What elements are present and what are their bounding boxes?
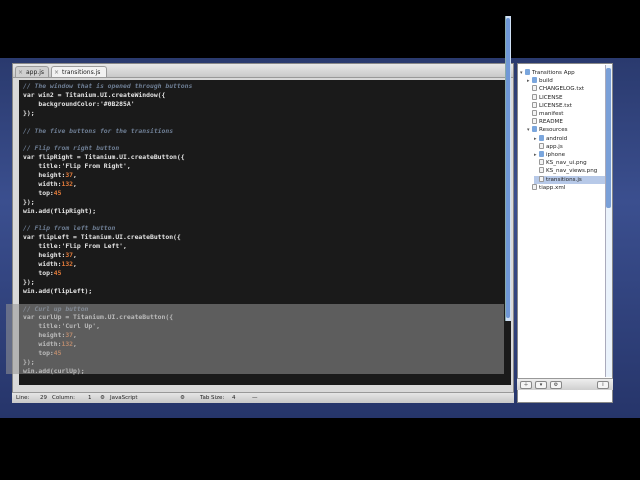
code-line: backgroundColor:'#0B285A' bbox=[23, 99, 135, 108]
text-selection bbox=[6, 304, 504, 374]
tree-item-label: LICENSE.txt bbox=[539, 102, 572, 109]
tree-item-label: Resources bbox=[539, 127, 568, 134]
code-line: }); bbox=[23, 108, 35, 117]
file-icon bbox=[532, 101, 537, 108]
code-line: height:37, bbox=[23, 251, 77, 260]
line-value[interactable]: 29 bbox=[40, 395, 47, 402]
line-label: Line: bbox=[16, 395, 30, 401]
file-icon bbox=[532, 118, 537, 125]
tree-item[interactable]: KS_nav_ui.png bbox=[534, 159, 608, 167]
code-line: win.add(flipLeft); bbox=[23, 286, 93, 295]
folder-icon bbox=[539, 151, 544, 157]
tree-item-label: LICENSE bbox=[539, 94, 563, 101]
tree-item[interactable]: ▾ Transitions App bbox=[520, 69, 608, 77]
code-line: width:132, bbox=[23, 260, 77, 268]
file-icon bbox=[539, 175, 544, 182]
folder-icon bbox=[525, 69, 530, 75]
language-select[interactable]: JavaScript bbox=[110, 395, 138, 402]
tree-item-label: android bbox=[546, 135, 568, 142]
column-value[interactable]: 1 bbox=[88, 395, 92, 402]
folder-icon bbox=[539, 134, 544, 141]
file-icon bbox=[532, 183, 537, 190]
close-icon[interactable]: × bbox=[54, 67, 59, 78]
code-comment-line: // The window that is opened through but… bbox=[23, 82, 193, 90]
gear-icon[interactable]: ⚙ bbox=[100, 395, 105, 402]
gear-icon[interactable]: ⚙ bbox=[550, 381, 562, 389]
code-line: var flipLeft = Titanium.UI.createButton(… bbox=[23, 233, 181, 242]
file-icon bbox=[532, 85, 537, 92]
code-comment-line: // Flip from right button bbox=[23, 144, 120, 153]
code-comment-line: // Flip from left button bbox=[23, 224, 116, 233]
tree-item[interactable]: ▸ android bbox=[534, 134, 608, 143]
code-line: top:45 bbox=[23, 268, 62, 277]
tree-item-label: KS_nav_views.png bbox=[546, 168, 598, 175]
folder-icon bbox=[532, 126, 537, 133]
file-icon bbox=[539, 167, 544, 174]
editor-scrollbar-thumb[interactable] bbox=[506, 18, 510, 318]
tab-label: transitions.js bbox=[62, 69, 101, 76]
code-line: var win2 = Titanium.UI.createWindow({ bbox=[23, 90, 166, 99]
tree-item-label: transitions.js bbox=[546, 176, 582, 183]
tree-item-label: build bbox=[539, 78, 553, 85]
column-label: Column: bbox=[52, 395, 75, 401]
tree-item-label: KS_nav_ui.png bbox=[546, 160, 587, 167]
code-line: height:37, bbox=[23, 171, 77, 179]
symbol-popup[interactable]: — bbox=[252, 395, 258, 402]
tree-item-label: manifest bbox=[539, 111, 564, 117]
tree-item[interactable]: ▸ iphone bbox=[534, 151, 608, 159]
drawer-toolbar: ＋ ▾ ⚙ i bbox=[517, 378, 613, 390]
tab-app-js[interactable]: × app.js bbox=[15, 66, 49, 77]
tree-item[interactable]: CHANGELOG.txt bbox=[527, 85, 608, 93]
gear-icon[interactable]: ⚙ bbox=[180, 395, 185, 402]
file-icon bbox=[539, 142, 544, 149]
project-drawer: ▾ Transitions App ▸ build CHANGELOG.txt LICEN… bbox=[517, 63, 613, 403]
info-button[interactable]: i bbox=[597, 381, 609, 389]
tab-transitions-js[interactable]: × transitions.js bbox=[51, 66, 107, 77]
file-icon bbox=[539, 159, 544, 166]
tree-item[interactable]: app.js bbox=[534, 142, 608, 151]
tree-item-label: tiapp.xml bbox=[539, 184, 566, 191]
tab-size-value[interactable]: 4 bbox=[232, 395, 236, 402]
code-line: var flipRight = Titanium.UI.createButton… bbox=[23, 153, 185, 162]
tree-item[interactable]: ▾ Resources bbox=[527, 126, 608, 134]
tree-item[interactable]: README bbox=[527, 118, 608, 126]
tree-item[interactable]: LICENSE bbox=[527, 93, 608, 102]
file-icon bbox=[532, 93, 537, 100]
folder-action-button[interactable]: ▾ bbox=[535, 381, 547, 389]
code-line: win.add(flipRight); bbox=[23, 206, 97, 215]
tree-item-label: README bbox=[539, 119, 563, 126]
drawer-scrollbar-thumb[interactable] bbox=[606, 68, 611, 208]
tree-item[interactable]: KS_nav_views.png bbox=[534, 167, 608, 175]
tree-item-label: Transitions App bbox=[532, 70, 575, 76]
folder-icon bbox=[532, 77, 537, 84]
tree-item[interactable]: LICENSE.txt bbox=[527, 101, 608, 110]
code-line: }); bbox=[23, 277, 35, 286]
file-icon bbox=[532, 110, 537, 116]
tree-item-label: app.js bbox=[546, 143, 563, 150]
code-line: width:132, bbox=[23, 179, 77, 188]
tree-item[interactable]: ▸ build bbox=[527, 77, 608, 85]
tab-label: app.js bbox=[26, 69, 44, 76]
add-file-button[interactable]: ＋ bbox=[520, 381, 532, 389]
tab-size-label: Tab Size: bbox=[200, 395, 225, 401]
tree-item[interactable]: transitions.js bbox=[534, 175, 608, 184]
code-line: }); bbox=[23, 197, 35, 206]
code-comment-line: // The five buttons for the transitions bbox=[23, 126, 174, 135]
code-line: top:45 bbox=[23, 188, 62, 197]
close-icon[interactable]: × bbox=[18, 67, 23, 78]
tree-item[interactable]: tiapp.xml bbox=[527, 183, 608, 192]
tree-item-label: CHANGELOG.txt bbox=[539, 86, 585, 93]
code-line: title:'Flip From Right', bbox=[23, 162, 131, 171]
tab-bar: × app.js × transitions.js bbox=[13, 64, 513, 78]
tree-item[interactable]: manifest bbox=[527, 110, 608, 118]
code-line: title:'Flip From Left', bbox=[23, 242, 127, 251]
tree-item-label: iphone bbox=[546, 152, 566, 158]
status-bar: Line: 29 Column: 1 ⚙ JavaScript ⚙ Tab Si… bbox=[12, 392, 514, 403]
